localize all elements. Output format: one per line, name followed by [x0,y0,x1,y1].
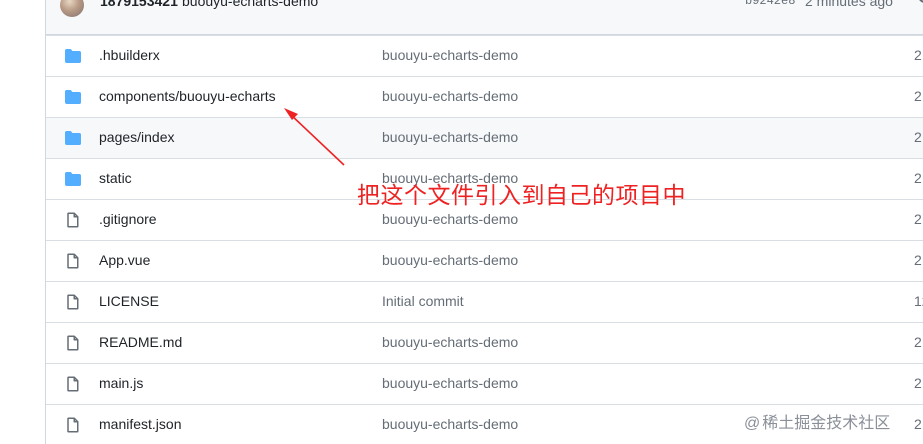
file-icon [67,335,79,351]
file-commit-message[interactable]: buouyu-echarts-demo [382,211,518,227]
file-commit-message[interactable]: Initial commit [382,293,464,309]
file-name-link[interactable]: manifest.json [99,416,181,432]
watermark-text: 稀土掘金技术社区 [762,415,891,432]
file-row-app-vue[interactable]: App.vue buouyu-echarts-demo 2 [46,240,923,281]
folder-icon [65,131,81,145]
folder-icon [65,49,81,63]
file-name-link[interactable]: main.js [99,375,143,391]
latest-commit-bar: 1879153421 buouyu-echarts-demo b9242e8 2… [46,0,923,35]
file-commit-age: 2 [914,47,922,63]
file-commit-message[interactable]: buouyu-echarts-demo [382,129,518,145]
file-icon [67,417,79,433]
file-name-link[interactable]: App.vue [99,252,150,268]
watermark-at: @ [744,415,761,432]
file-name-link[interactable]: .gitignore [99,211,157,227]
file-commit-message[interactable]: buouyu-echarts-demo [382,334,518,350]
avatar[interactable] [60,0,84,17]
file-row-hbuilderx[interactable]: .hbuilderx buouyu-echarts-demo 2 [46,35,923,76]
file-commit-age: 2 [914,129,922,145]
history-icon[interactable] [918,0,923,3]
file-commit-age: 2 [914,88,922,104]
file-commit-age: 12 [914,293,923,309]
commit-author-link[interactable]: 1879153421 [100,0,178,9]
file-commit-age: 2 [914,211,922,227]
file-icon [67,212,79,228]
file-commit-message[interactable]: buouyu-echarts-demo [382,252,518,268]
file-icon [67,294,79,310]
annotation-note: 把这个文件引入到自己的项目中 [357,183,686,209]
file-commit-message[interactable]: buouyu-echarts-demo [382,88,518,104]
commit-message-link[interactable]: buouyu-echarts-demo [182,0,318,9]
folder-icon [65,172,81,186]
file-row-pages-index[interactable]: pages/index buouyu-echarts-demo 2 [46,117,923,158]
screenshot-root: 1879153421 buouyu-echarts-demo b9242e8 2… [0,0,923,444]
file-row-main-js[interactable]: main.js buouyu-echarts-demo 2 [46,363,923,404]
file-row-license[interactable]: LICENSE Initial commit 12 [46,281,923,322]
file-icon [67,376,79,392]
file-icon [67,253,79,269]
file-commit-age: 2 [914,334,922,350]
file-listing: 1879153421 buouyu-echarts-demo b9242e8 2… [45,0,923,444]
commit-time: 2 minutes ago [805,0,893,9]
file-commit-message[interactable]: buouyu-echarts-demo [382,416,518,432]
file-commit-message[interactable]: buouyu-echarts-demo [382,375,518,391]
file-name-link[interactable]: .hbuilderx [99,47,160,63]
folder-icon [65,90,81,104]
file-name-link[interactable]: components/buouyu-echarts [99,88,276,104]
file-row-readme[interactable]: README.md buouyu-echarts-demo 2 [46,322,923,363]
file-commit-age: 2 [914,252,922,268]
watermark: @ 稀土掘金技术社区 [744,409,890,433]
file-commit-age: 2 [914,170,922,186]
file-name-link[interactable]: static [99,170,132,186]
file-name-link[interactable]: LICENSE [99,293,159,309]
file-name-link[interactable]: README.md [99,334,182,350]
commit-hash-link[interactable]: b9242e8 [745,0,795,8]
file-commit-age: 2 [914,416,922,432]
file-commit-message[interactable]: buouyu-echarts-demo [382,47,518,63]
file-commit-age: 2 [914,375,922,391]
file-name-link[interactable]: pages/index [99,129,175,145]
file-row-components[interactable]: components/buouyu-echarts buouyu-echarts… [46,76,923,117]
